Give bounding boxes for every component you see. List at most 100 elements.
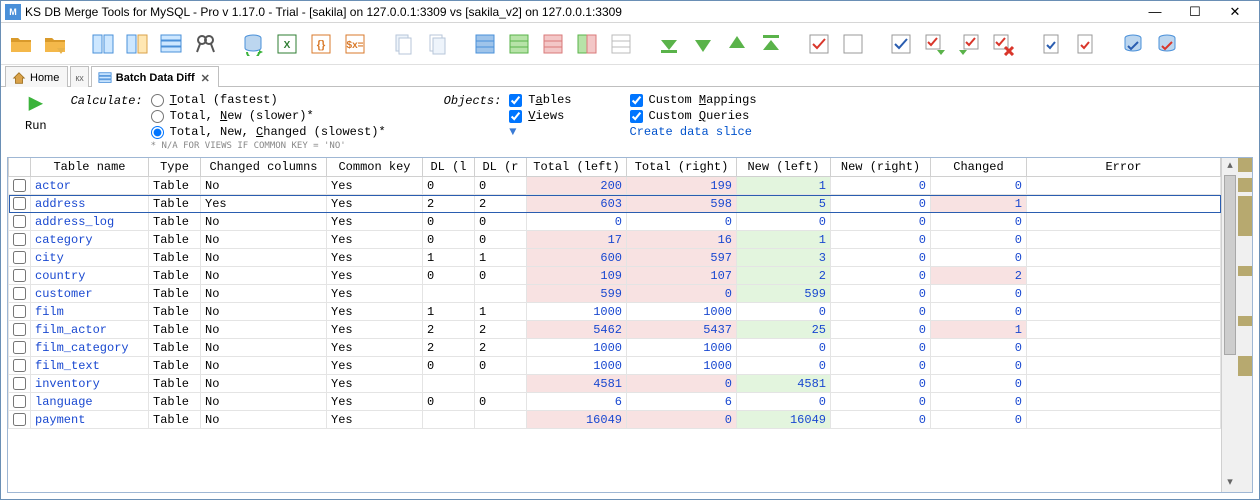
copy-right-icon[interactable]: [423, 30, 451, 58]
check-sync-right-icon[interactable]: [921, 30, 949, 58]
grid-blue-icon[interactable]: [471, 30, 499, 58]
data-grid-wrapper: Table name Type Changed columns Common k…: [7, 157, 1253, 493]
batch-data-diff-icon[interactable]: [157, 30, 185, 58]
table-row[interactable]: customerTableNoYes599059900: [9, 285, 1221, 303]
grid-white-icon[interactable]: [607, 30, 635, 58]
table-row[interactable]: address_logTableNoYes0000000: [9, 213, 1221, 231]
col-error[interactable]: Error: [1027, 158, 1221, 177]
main-toolbar: X {} $x=: [1, 23, 1259, 65]
app-window: M KS DB Merge Tools for MySQL - Pro v 1.…: [0, 0, 1260, 500]
uncheck-all-icon[interactable]: [839, 30, 867, 58]
objects-label: Objects:: [444, 93, 502, 139]
arrow-down-icon[interactable]: [689, 30, 717, 58]
table-row[interactable]: languageTableNoYes0066000: [9, 393, 1221, 411]
calc-opt-total-new-changed[interactable]: Total, New, Changed (slowest)*: [151, 125, 386, 139]
tab-home-label: Home: [30, 72, 59, 84]
grid-split-icon[interactable]: [573, 30, 601, 58]
filter-icon[interactable]: ▼: [509, 125, 571, 139]
col-checkbox[interactable]: [9, 158, 31, 177]
check-sync-left-icon[interactable]: [955, 30, 983, 58]
arrow-down-first-icon[interactable]: [655, 30, 683, 58]
object-diff-icon[interactable]: [89, 30, 117, 58]
data-grid[interactable]: Table name Type Changed columns Common k…: [8, 158, 1221, 492]
table-row[interactable]: inventoryTableNoYes45810458100: [9, 375, 1221, 393]
script-braces-icon[interactable]: {}: [307, 30, 335, 58]
table-row[interactable]: actorTableNoYes00200199100: [9, 177, 1221, 195]
table-row[interactable]: film_categoryTableNoYes2210001000000: [9, 339, 1221, 357]
calc-opt-total[interactable]: Total (fastest): [151, 93, 386, 107]
col-type[interactable]: Type: [149, 158, 201, 177]
doc-left-icon[interactable]: [1037, 30, 1065, 58]
col-new-right[interactable]: New (right): [831, 158, 931, 177]
col-total-left[interactable]: Total (left): [527, 158, 627, 177]
query-result-diff-icon[interactable]: [123, 30, 151, 58]
run-block: ▶ Run: [25, 93, 47, 133]
sync-db-icon[interactable]: [239, 30, 267, 58]
tab-kx-label: кх: [75, 73, 83, 83]
run-label: Run: [25, 119, 47, 133]
custom-queries[interactable]: Custom Queries: [630, 109, 757, 123]
tab-batch-data-diff[interactable]: Batch Data Diff ✕: [91, 66, 219, 87]
table-row[interactable]: filmTableNoYes1110001000000: [9, 303, 1221, 321]
maximize-button[interactable]: ☐: [1181, 3, 1209, 21]
grid-pink-icon[interactable]: [539, 30, 567, 58]
tab-kx[interactable]: кх: [70, 66, 88, 87]
col-changed-columns[interactable]: Changed columns: [201, 158, 327, 177]
home-icon: [12, 71, 26, 85]
tab-close-icon[interactable]: ✕: [201, 72, 210, 85]
table-row[interactable]: addressTableYesYes22603598501: [9, 195, 1221, 213]
col-table-name[interactable]: Table name: [31, 158, 149, 177]
export-excel-icon[interactable]: X: [273, 30, 301, 58]
check-left-icon[interactable]: [887, 30, 915, 58]
col-dl-left[interactable]: DL (l: [423, 158, 475, 177]
table-row[interactable]: film_actorTableNoYes22546254372501: [9, 321, 1221, 339]
run-icon[interactable]: ▶: [29, 93, 43, 117]
col-common-key[interactable]: Common key: [327, 158, 423, 177]
grid-green-icon[interactable]: [505, 30, 533, 58]
svg-text:{}: {}: [317, 39, 326, 51]
tab-strip: Home кх Batch Data Diff ✕: [1, 65, 1259, 87]
doc-right-icon[interactable]: [1071, 30, 1099, 58]
custom-mappings[interactable]: Custom Mappings: [630, 93, 757, 107]
open-db-left-icon[interactable]: [7, 30, 35, 58]
tab-home[interactable]: Home: [5, 66, 68, 87]
calculate-label: Calculate:: [71, 93, 143, 151]
col-new-left[interactable]: New (left): [737, 158, 831, 177]
col-total-right[interactable]: Total (right): [627, 158, 737, 177]
table-row[interactable]: paymentTableNoYes1604901604900: [9, 411, 1221, 429]
calc-opt-total-new[interactable]: Total, New (slower)*: [151, 109, 386, 123]
close-button[interactable]: ✕: [1221, 3, 1249, 21]
col-dl-right[interactable]: DL (r: [475, 158, 527, 177]
svg-text:X: X: [284, 40, 291, 51]
check-all-icon[interactable]: [805, 30, 833, 58]
table-row[interactable]: categoryTableNoYes001716100: [9, 231, 1221, 249]
objects-views[interactable]: Views: [509, 109, 571, 123]
table-row[interactable]: film_textTableNoYes0010001000000: [9, 357, 1221, 375]
table-row[interactable]: cityTableNoYes11600597300: [9, 249, 1221, 267]
options-panel: ▶ Run Calculate: Total (fastest) Total, …: [1, 87, 1259, 155]
calculate-options: Total (fastest) Total, New (slower)* Tot…: [151, 93, 386, 151]
window-controls: ― ☐ ✕: [1141, 3, 1255, 21]
calc-note: * N/A FOR VIEWS IF COMMON KEY = 'NO': [151, 141, 386, 151]
db-check-blue-icon[interactable]: [1119, 30, 1147, 58]
create-data-slice-link[interactable]: Create data slice: [630, 125, 757, 139]
tab-batch-label: Batch Data Diff: [116, 72, 195, 84]
check-delete-icon[interactable]: [989, 30, 1017, 58]
copy-left-icon[interactable]: [389, 30, 417, 58]
header-row: Table name Type Changed columns Common k…: [9, 158, 1221, 177]
table-row[interactable]: countryTableNoYes00109107202: [9, 267, 1221, 285]
vertical-scrollbar[interactable]: ▴ ▾: [1221, 158, 1238, 492]
minimize-button[interactable]: ―: [1141, 3, 1169, 21]
arrow-up-icon[interactable]: [723, 30, 751, 58]
find-icon[interactable]: [191, 30, 219, 58]
titlebar: M KS DB Merge Tools for MySQL - Pro v 1.…: [1, 1, 1259, 23]
col-changed[interactable]: Changed: [931, 158, 1027, 177]
open-db-right-icon[interactable]: [41, 30, 69, 58]
app-icon: M: [5, 4, 21, 20]
window-title: KS DB Merge Tools for MySQL - Pro v 1.17…: [25, 5, 1141, 19]
arrow-up-last-icon[interactable]: [757, 30, 785, 58]
diff-overview-strip[interactable]: [1238, 158, 1252, 492]
db-check-red-icon[interactable]: [1153, 30, 1181, 58]
objects-tables[interactable]: Tables: [509, 93, 571, 107]
script-dollar-icon[interactable]: $x=: [341, 30, 369, 58]
